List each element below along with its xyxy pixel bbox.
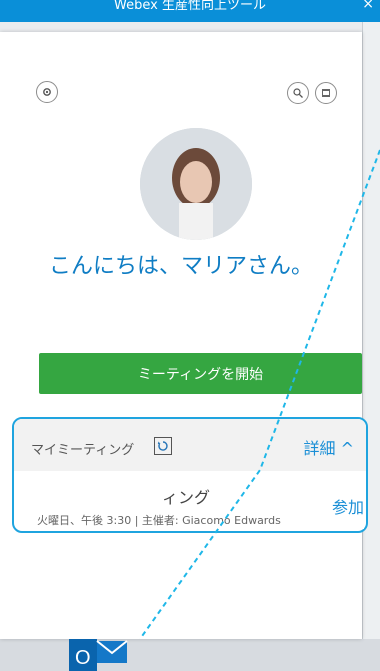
meeting-title: ィング — [162, 488, 211, 507]
refresh-icon[interactable] — [154, 437, 172, 455]
background-window-edge — [362, 22, 380, 639]
meeting-meta: 火曜日、午後 3:30 | 主催者: Giacomo Edwards — [37, 514, 281, 527]
avatar — [140, 128, 252, 240]
window-titlebar: Webex 生産性向上ツール × — [0, 0, 380, 22]
calendar-icon[interactable] — [315, 82, 337, 104]
window-title: Webex 生産性向上ツール — [114, 0, 266, 13]
join-button[interactable]: 参加 — [332, 494, 364, 518]
greeting-text: こんにちは、マリアさん。 — [48, 254, 313, 279]
my-meetings-section: マイミーティング 詳細 ^ ィング 火曜日、午後 3:30 | 主催者: Gia… — [12, 417, 368, 533]
gear-icon[interactable] — [36, 81, 58, 103]
my-meetings-header: マイミーティング 詳細 ^ — [14, 419, 366, 471]
search-icon[interactable] — [287, 82, 309, 104]
outlook-icon: O — [69, 629, 149, 671]
close-button[interactable]: × — [362, 0, 374, 12]
main-panel: こんにちは、マリアさん。 ミーティングを開始 マイミーティング 詳細 ^ ィング… — [0, 32, 368, 671]
start-meeting-button[interactable]: ミーティングを開始 — [39, 353, 362, 394]
svg-text:O: O — [75, 647, 91, 669]
meeting-item[interactable]: ィング 火曜日、午後 3:30 | 主催者: Giacomo Edwards 参… — [34, 479, 364, 529]
details-link[interactable]: 詳細 ^ — [304, 435, 355, 459]
my-meetings-label: マイミーティング — [31, 443, 135, 458]
